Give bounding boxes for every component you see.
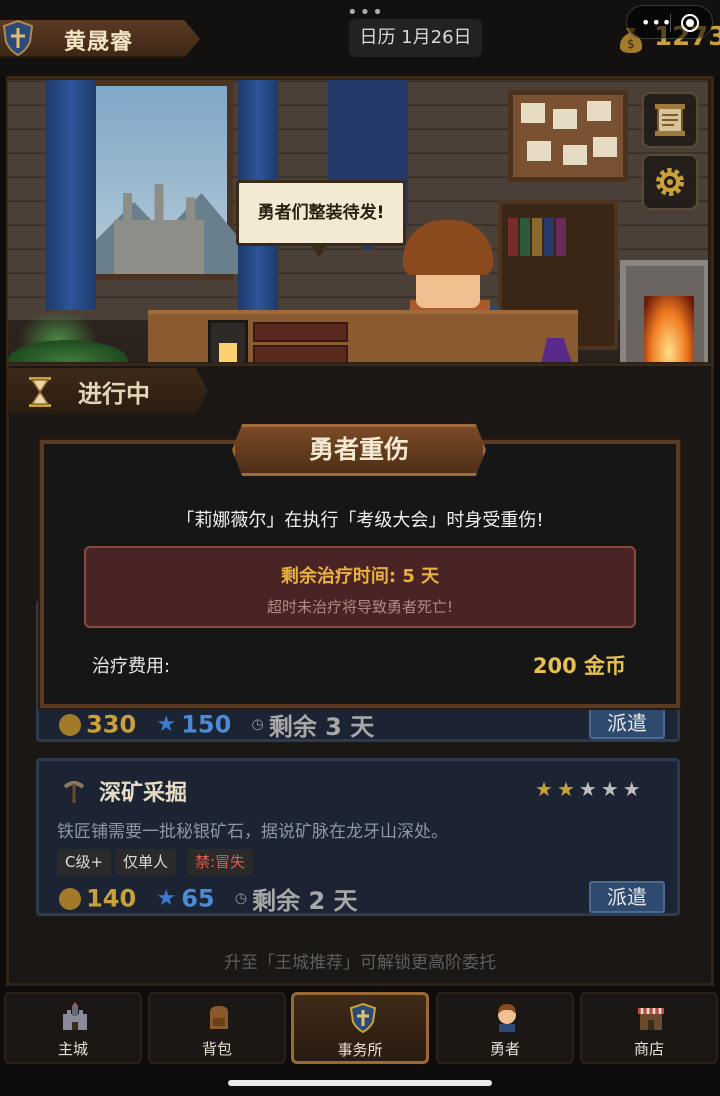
nav-label: 背包 xyxy=(201,1040,232,1058)
gear-icon xyxy=(656,168,684,196)
fireplace xyxy=(620,260,708,362)
shop-icon xyxy=(638,1008,664,1030)
treatment-time-remaining: 剩余治疗时间: 5 天 xyxy=(280,566,440,587)
dispatch-button[interactable]: 派遣 xyxy=(589,881,665,913)
dispatch-button[interactable]: 派遣 xyxy=(589,707,665,739)
star-empty-icon: ★ xyxy=(578,777,601,801)
rank-tag: C级+ xyxy=(57,849,112,875)
castle-icon xyxy=(63,1002,87,1030)
party-tag: 仅单人 xyxy=(115,849,177,875)
nav-label: 事务所 xyxy=(337,1041,383,1059)
speech-bubble: 勇者们整装待发! xyxy=(236,180,406,257)
treatment-fee-value: 200 金币 xyxy=(532,654,626,678)
backpack-icon xyxy=(210,1006,228,1029)
clock-icon: ◷ xyxy=(251,716,264,733)
clock-icon: ◷ xyxy=(234,890,248,907)
quest-title: 深矿采掘 xyxy=(99,781,188,806)
top-bar: ••• 黄晟睿 日历 1月26日 $ 1273 ••• xyxy=(0,0,720,78)
bottom-nav: 主城 背包 事务所 勇者 商店 xyxy=(0,992,720,1096)
star-filled-icon: ★ xyxy=(556,777,579,801)
nav-label: 商店 xyxy=(633,1040,664,1058)
xp-star-icon: ★ xyxy=(156,886,177,911)
miniprogram-capsule[interactable]: ••• xyxy=(626,5,713,39)
quest-difficulty-stars: ★★★★★ xyxy=(535,777,645,801)
treatment-fee-label: 治疗费用: xyxy=(92,656,171,677)
capsule-divider xyxy=(670,14,671,32)
nav-label: 勇者 xyxy=(489,1040,520,1058)
modal-message: 「莉娜薇尔」在执行「考级大会」时身受重伤! xyxy=(176,510,544,531)
plant xyxy=(8,340,128,362)
close-icon[interactable] xyxy=(681,14,699,32)
distant-castle xyxy=(114,184,204,274)
shield-icon xyxy=(349,1003,377,1033)
fire xyxy=(644,296,694,362)
coin-icon xyxy=(59,713,81,736)
nav-item-backpack[interactable]: 背包 xyxy=(148,992,286,1064)
quest-log-button[interactable] xyxy=(642,92,698,148)
curtain-left xyxy=(46,80,96,310)
gold-reward: 330 xyxy=(86,710,137,739)
home-indicator[interactable] xyxy=(228,1080,492,1086)
treatment-warning-box: 剩余治疗时间: 5 天 超时未治疗将导致勇者死亡! xyxy=(84,546,636,628)
book-stack xyxy=(253,322,348,362)
in-progress-label: 进行中 xyxy=(78,380,150,408)
time-remaining: 剩余 2 天 xyxy=(252,887,358,915)
star-filled-icon: ★ xyxy=(535,777,557,801)
scroll-icon xyxy=(655,104,685,136)
star-empty-icon: ★ xyxy=(622,777,645,801)
in-progress-header: 进行中 xyxy=(8,368,208,414)
player-name: 黄晟睿 xyxy=(64,30,134,55)
quest-description: 铁匠铺需要一批秘银矿石，据说矿脉在龙牙山深处。 xyxy=(57,822,448,842)
restriction-tag: 禁:冒失 xyxy=(187,849,254,875)
settings-button[interactable] xyxy=(642,154,698,210)
nav-item-heroes[interactable]: 勇者 xyxy=(436,992,574,1064)
time-remaining: 剩余 3 天 xyxy=(268,713,375,741)
modal-title: 勇者重伤 xyxy=(232,424,486,476)
hourglass-icon xyxy=(29,377,51,407)
nav-label: 主城 xyxy=(57,1040,88,1058)
unlock-hint: 升至「王城推荐」可解锁更高阶委托 xyxy=(224,953,496,973)
hero-hair xyxy=(403,220,493,275)
lantern xyxy=(208,320,248,362)
coin-icon xyxy=(59,887,81,910)
guild-shield-icon xyxy=(2,20,34,56)
more-icon[interactable]: ••• xyxy=(641,13,672,32)
nav-item-office[interactable]: 事务所 xyxy=(291,992,429,1064)
guild-scene-illustration: 勇者们整装待发! xyxy=(8,80,708,362)
nav-item-shop[interactable]: 商店 xyxy=(580,992,718,1064)
pickaxe-icon xyxy=(63,781,85,803)
nav-item-main-city[interactable]: 主城 xyxy=(4,992,142,1064)
notice-board xyxy=(508,90,628,182)
star-empty-icon: ★ xyxy=(600,777,623,801)
castle-window xyxy=(83,80,239,280)
gold-reward: 140 xyxy=(86,884,137,913)
svg-text:$: $ xyxy=(627,37,635,51)
xp-star-icon: ★ xyxy=(156,712,177,737)
quest-rewards: 140 ★ 65 ◷ 剩余 2 天 xyxy=(59,881,358,915)
quest-rewards: 330 ★ 150 ◷ 剩余 3 天 xyxy=(59,707,375,741)
quest-card[interactable]: 深矿采掘 ★★★★★ 铁匠铺需要一批秘银矿石，据说矿脉在龙牙山深处。 C级+ 仅… xyxy=(36,758,680,916)
calendar-date: 日历 1月26日 xyxy=(349,19,482,57)
death-warning: 超时未治疗将导致勇者死亡! xyxy=(266,598,453,616)
xp-reward: 150 xyxy=(181,710,232,739)
xp-reward: 65 xyxy=(181,884,215,913)
hero-icon xyxy=(498,1004,516,1032)
